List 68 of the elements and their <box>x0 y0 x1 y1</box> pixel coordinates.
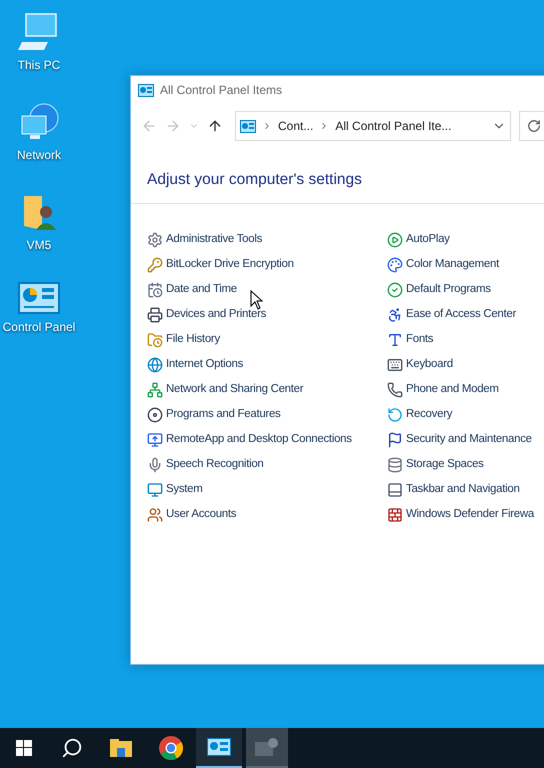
control-panel-icon <box>207 738 231 756</box>
network-icon <box>147 382 163 398</box>
key-icon <box>147 256 163 273</box>
control-panel-link[interactable]: BitLocker Drive Encryption <box>166 256 294 274</box>
breadcrumb-item[interactable]: All Control Panel Ite... <box>335 117 452 135</box>
control-panel-link[interactable]: Internet Options <box>166 356 244 374</box>
brick-wall-icon <box>387 506 403 523</box>
computer-icon <box>18 12 60 52</box>
control-panel-taskbar-button[interactable] <box>196 728 242 768</box>
control-panel-icon <box>138 84 154 96</box>
recovery-arrow-icon <box>387 406 403 423</box>
address-bar[interactable]: Cont... All Control Panel Ite... <box>235 111 511 141</box>
keyboard-icon <box>387 356 403 373</box>
monitor-icon <box>147 482 163 498</box>
remote-desktop-icon <box>147 432 163 448</box>
control-panel-link[interactable]: Keyboard <box>406 356 453 374</box>
start-icon[interactable] <box>16 740 32 756</box>
browser-icon[interactable] <box>159 736 183 760</box>
control-panel-icon <box>240 120 256 132</box>
control-panel-link[interactable]: File History <box>166 331 220 348</box>
refresh-icon <box>527 119 541 133</box>
disc-icon <box>147 406 163 423</box>
control-panel-link[interactable]: Ease of Access Center <box>406 306 516 324</box>
accessibility-icon <box>387 306 403 323</box>
refresh-button[interactable] <box>519 111 544 141</box>
control-panel-link[interactable]: Storage Spaces <box>406 456 484 474</box>
control-panel-link[interactable]: Speech Recognition <box>166 456 264 474</box>
gear-icon <box>147 232 163 248</box>
control-panel-link[interactable]: Programs and Features <box>166 406 281 424</box>
taskbar-settings-icon <box>387 482 403 498</box>
control-panel-link[interactable]: Phone and Modem <box>406 381 499 398</box>
control-panel-link[interactable]: Devices and Printers <box>166 306 266 324</box>
storage-icon <box>387 456 403 473</box>
up-button[interactable] <box>207 118 223 134</box>
search-icon[interactable] <box>61 737 83 759</box>
globe-icon <box>147 356 163 373</box>
control-panel-link[interactable]: Taskbar and Navigation <box>406 481 520 498</box>
printer-icon <box>147 306 163 323</box>
control-panel-link[interactable]: Color Management <box>406 256 500 274</box>
control-panel-link[interactable]: System <box>166 481 203 498</box>
users-icon <box>147 506 163 523</box>
control-panel-link[interactable]: RemoteApp and Desktop Connections <box>166 431 352 448</box>
control-panel-link[interactable]: Network and Sharing Center <box>166 381 304 398</box>
font-icon <box>387 332 403 348</box>
folder-clock-icon <box>147 332 163 348</box>
control-panel-link[interactable]: AutoPlay <box>406 231 450 248</box>
control-panel-link[interactable]: User Accounts <box>166 506 236 524</box>
control-panel-link[interactable]: Administrative Tools <box>166 231 262 248</box>
folder-icon[interactable] <box>110 739 132 757</box>
control-panel-link[interactable]: Windows Defender Firewa <box>406 506 534 524</box>
microphone-icon <box>147 456 163 473</box>
palette-icon <box>387 256 403 273</box>
control-panel-link[interactable]: Date and Time <box>166 281 237 298</box>
breadcrumb-item[interactable]: Cont... <box>278 117 314 135</box>
window-title: All Control Panel Items <box>160 82 282 99</box>
control-panel-link[interactable]: Default Programs <box>406 281 491 298</box>
phone-icon <box>387 382 403 398</box>
control-panel-link[interactable]: Fonts <box>406 331 434 348</box>
check-circle-icon <box>387 282 403 298</box>
page-heading: Adjust your computer's settings <box>147 170 363 190</box>
app-icon <box>255 738 279 756</box>
control-panel-icon <box>18 282 60 314</box>
play-icon <box>387 232 403 248</box>
control-panel-link[interactable]: Security and Maintenance <box>406 431 532 448</box>
calendar-clock-icon <box>147 282 163 298</box>
flag-icon <box>387 432 403 448</box>
control-panel-link[interactable]: Recovery <box>406 406 452 424</box>
cursor-icon <box>250 290 263 310</box>
